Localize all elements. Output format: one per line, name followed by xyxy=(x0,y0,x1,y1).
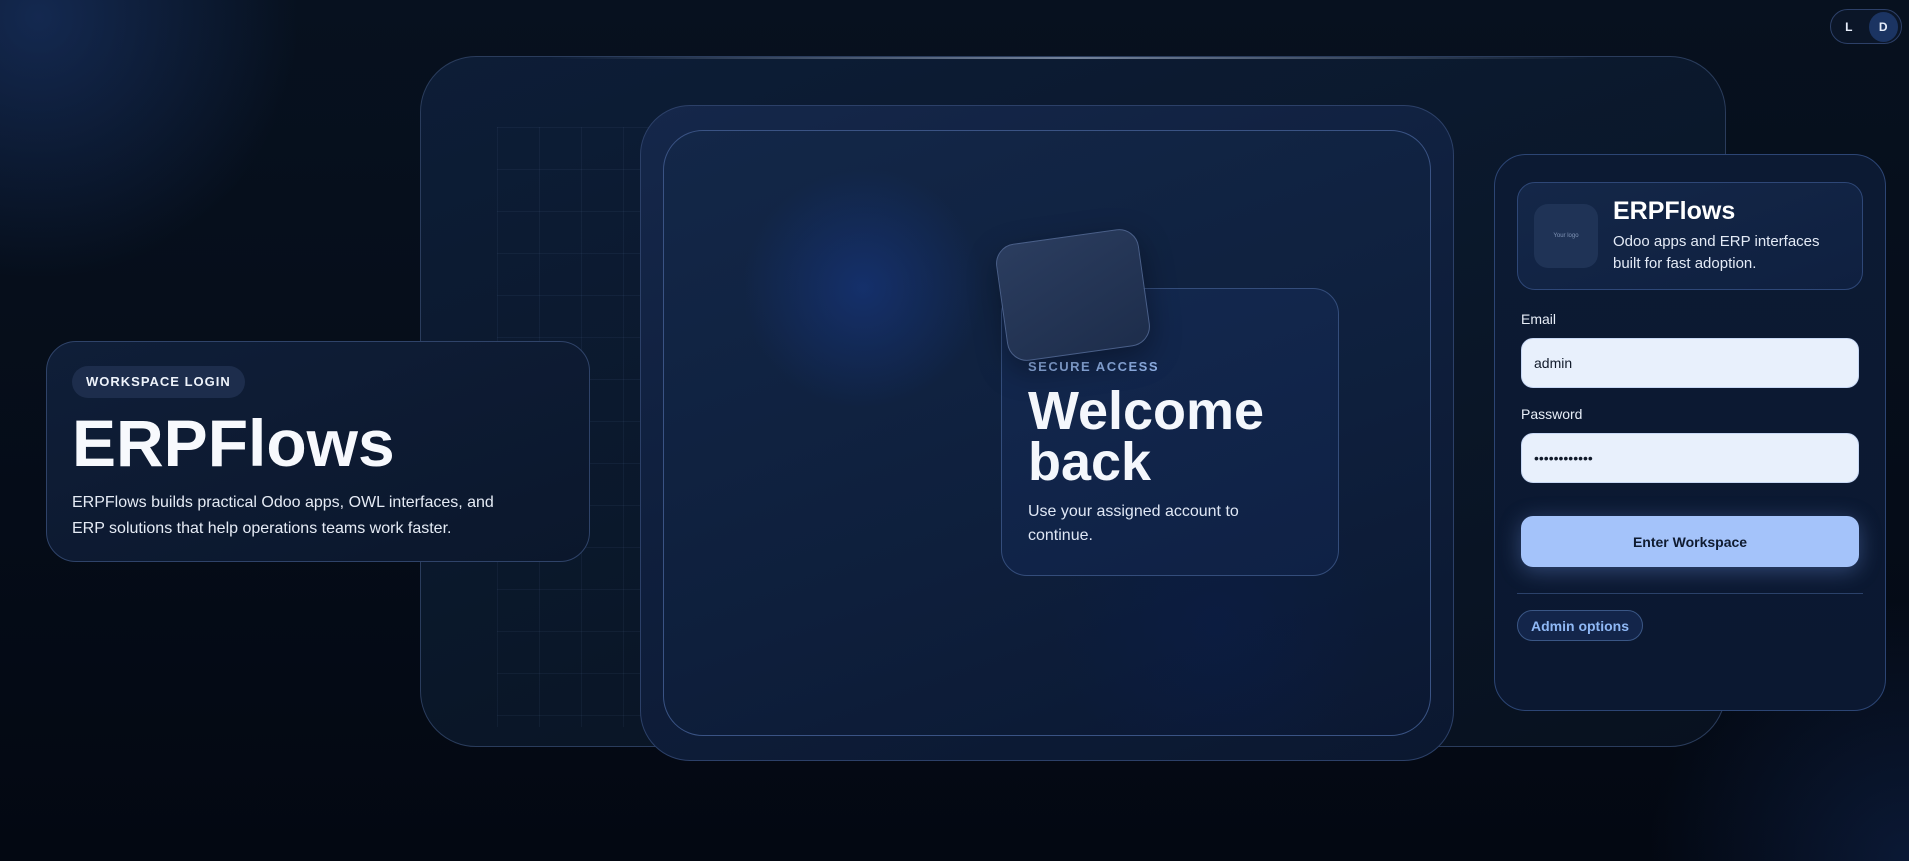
theme-dark-option[interactable]: D xyxy=(1868,11,1898,42)
login-panel: Your logo ERPFlows Odoo apps and ERP int… xyxy=(1494,154,1886,711)
divider xyxy=(1517,593,1863,594)
email-field[interactable] xyxy=(1521,338,1859,388)
welcome-eyebrow: SECURE ACCESS xyxy=(1028,359,1159,374)
admin-options-button[interactable]: Admin options xyxy=(1517,610,1643,641)
theme-toggle[interactable]: L D xyxy=(1830,9,1902,44)
theme-light-option[interactable]: L xyxy=(1834,12,1864,42)
brand-card: Your logo ERPFlows Odoo apps and ERP int… xyxy=(1517,182,1863,290)
email-label: Email xyxy=(1521,311,1557,327)
password-field[interactable] xyxy=(1521,433,1859,483)
welcome-subtitle: Use your assigned account to continue. xyxy=(1028,503,1239,544)
brand-name: ERPFlows xyxy=(1613,197,1736,225)
password-label: Password xyxy=(1521,406,1583,422)
workspace-login-badge: WORKSPACE LOGIN xyxy=(72,366,245,398)
enter-workspace-button[interactable]: Enter Workspace xyxy=(1521,516,1859,567)
floating-tile-decoration xyxy=(993,226,1153,364)
intro-card: WORKSPACE LOGIN ERPFlows ERPFlows builds… xyxy=(46,341,590,562)
intro-title: ERPFlows xyxy=(72,406,395,480)
intro-description: ERPFlows builds practical Odoo apps, OWL… xyxy=(72,494,494,537)
logo-placeholder: Your logo xyxy=(1534,204,1598,268)
welcome-title: Welcome back xyxy=(1028,381,1265,492)
brand-tagline: Odoo apps and ERP interfaces built for f… xyxy=(1613,233,1820,272)
logo-placeholder-text: Your logo xyxy=(1553,233,1579,239)
